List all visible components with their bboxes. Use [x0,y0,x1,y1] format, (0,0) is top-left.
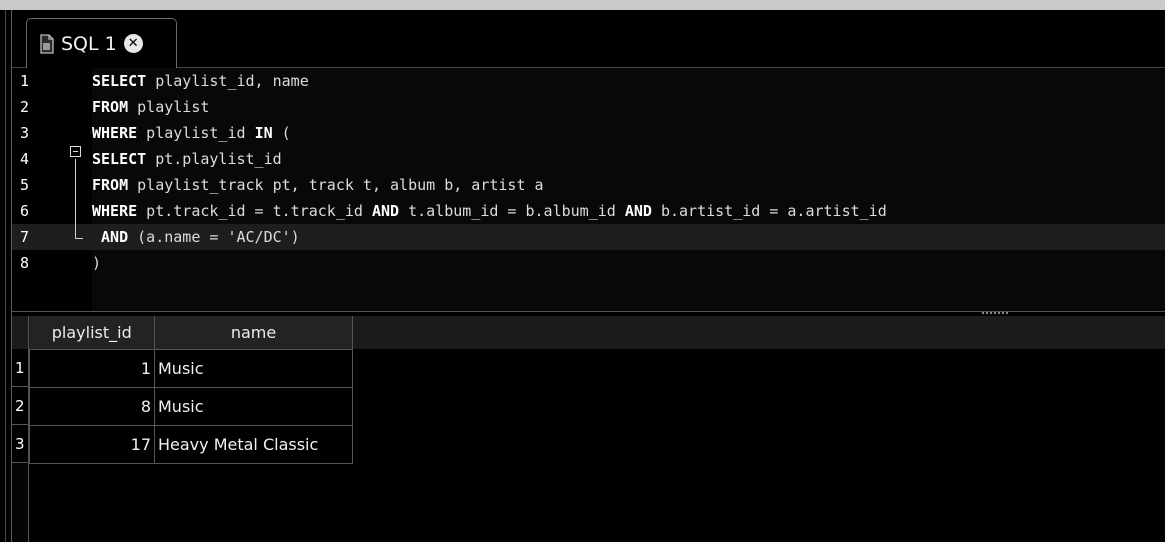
sql-token: pt.playlist_id [146,150,282,168]
table-row[interactable]: 8 Music [29,386,353,426]
cell-playlist-id[interactable]: 1 [29,348,155,388]
cell-playlist-id[interactable]: 8 [29,386,155,426]
grid-corner [12,316,29,349]
column-header-name[interactable]: name [154,316,353,349]
left-panel-border [0,10,12,542]
sql-keyword: AND [624,202,652,220]
code-line[interactable]: 7 AND (a.name = 'AC/DC') [12,224,1165,250]
code-line[interactable]: 8) [12,250,1165,276]
code-line[interactable]: 4 SELECT pt.playlist_id [12,146,1165,172]
code-line[interactable]: 1 SELECT playlist_id, name [12,68,1165,94]
line-number: 7 [20,228,30,246]
sql-editor-window: SQL 1 ✕ 1 SELECT playlist_id, name 2 FROM p… [12,10,1165,542]
sql-editor[interactable]: 1 SELECT playlist_id, name 2 FROM playlist 3… [12,68,1165,313]
code-text: ) [92,250,101,276]
sql-keyword: IN [254,124,273,142]
row-header-empty [12,463,29,542]
code-text: WHERE playlist_id IN ( [92,120,291,146]
sql-token: t.album_id = b.album_id [399,202,625,220]
sql-keyword: WHERE [92,202,138,220]
code-text: SELECT pt.playlist_id [92,146,282,172]
code-line[interactable]: 6 WHERE pt.track_id = t.track_id AND t.al… [12,198,1165,224]
cell-name[interactable]: Heavy Metal Classic [154,424,353,464]
sql-token: pt.track_id = t.track_id [137,202,372,220]
sql-token: playlist_track pt, track t, album b, art… [128,176,544,194]
line-number: 1 [20,72,30,90]
code-line[interactable]: 2 FROM playlist [12,94,1165,120]
sql-keyword: SELECT [92,72,147,90]
fold-guide-end [75,238,83,239]
close-icon[interactable]: ✕ [123,34,143,53]
sql-token: playlist_id [137,124,255,142]
results-grid: playlist_id name 1 Music 8 Music 17 Heavy Met… [12,316,1165,542]
sql-token: playlist [128,98,210,116]
sql-keyword: WHERE [92,124,138,142]
sql-token: ) [92,254,102,272]
code-line[interactable]: 3 WHERE playlist_id IN ( [12,120,1165,146]
sql-token: b.artist_id = a.artist_id [651,202,887,220]
line-number: 6 [20,202,30,220]
sql-keyword: AND [92,228,129,246]
document-icon [39,33,55,54]
row-number[interactable]: 2 [12,387,29,425]
cell-name[interactable]: Music [154,348,353,388]
code-text: FROM playlist [92,94,209,120]
row-number[interactable]: 1 [12,349,29,387]
table-row[interactable]: 1 Music [29,348,353,388]
splitter-grip-icon[interactable] [982,312,1010,314]
tab-sql-1[interactable]: SQL 1 ✕ [26,18,177,68]
tab-bar: SQL 1 ✕ [12,10,1165,68]
fold-toggle-icon[interactable] [70,146,81,157]
results-table: playlist_id name 1 Music 8 Music 17 Heavy Met… [29,316,353,464]
code-text: WHERE pt.track_id = t.track_id AND t.alb… [92,198,887,224]
cell-playlist-id[interactable]: 17 [29,424,155,464]
code-text: SELECT playlist_id, name [92,68,309,94]
line-number: 5 [20,176,30,194]
code-line[interactable]: 5 FROM playlist_track pt, track t, album … [12,172,1165,198]
column-header-playlist-id[interactable]: playlist_id [29,316,155,349]
sql-token: (a.name = 'AC/DC') [128,228,300,246]
code-text: AND (a.name = 'AC/DC') [92,224,300,250]
tab-label: SQL 1 [61,32,117,55]
line-number: 2 [20,98,30,116]
line-number: 8 [20,254,30,272]
cell-name[interactable]: Music [154,386,353,426]
sql-keyword: SELECT [92,150,147,168]
line-number: 3 [20,124,30,142]
window-top-strip [0,0,1165,10]
line-number: 4 [20,150,30,168]
sql-token: ( [272,124,291,142]
fold-guide [75,159,76,238]
table-row[interactable]: 17 Heavy Metal Classic [29,424,353,464]
sql-keyword: FROM [92,98,129,116]
sql-token: playlist_id, name [146,72,309,90]
row-number[interactable]: 3 [12,425,29,463]
sql-keyword: FROM [92,176,129,194]
code-text: FROM playlist_track pt, track t, album b… [92,172,544,198]
sql-keyword: AND [371,202,400,220]
